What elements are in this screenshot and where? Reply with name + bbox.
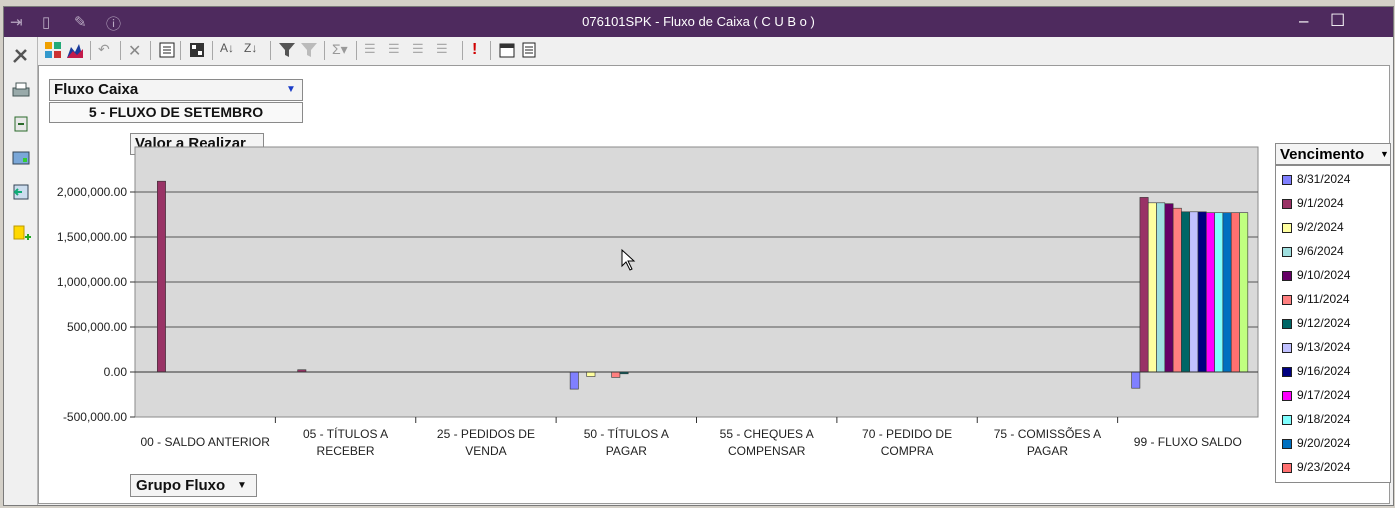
toolbar: ↶ ✕ A↓ Z↓ Σ▾ ☰ ☰ ☰ ☰ ! <box>38 37 1393 64</box>
legend-swatch <box>1282 367 1292 377</box>
legend-swatch <box>1282 439 1292 449</box>
legend-label: 9/1/2024 <box>1297 196 1344 210</box>
sheet-icon[interactable] <box>520 41 538 59</box>
legend-swatch <box>1282 199 1292 209</box>
screen-icon[interactable] <box>11 149 31 167</box>
filter-clear-icon[interactable] <box>300 41 318 59</box>
sort-descending-icon[interactable]: Z↓ <box>244 41 262 59</box>
sum-icon[interactable]: Σ▾ <box>332 41 350 59</box>
exit-icon[interactable] <box>11 183 31 201</box>
fluxo-caixa-dropdown[interactable]: Fluxo Caixa ▼ <box>49 79 303 101</box>
printer-icon[interactable] <box>11 81 31 99</box>
app-window: ⇥ ▯ ✎ ⓘ 076101SPK - Fluxo de Caixa ( C U… <box>3 6 1394 506</box>
legend: Vencimento ▼ 8/31/2024 9/1/2024 9/2/2024 9/… <box>1275 143 1391 483</box>
legend-swatch <box>1282 319 1292 329</box>
tools-icon[interactable] <box>11 47 31 65</box>
legend-swatch <box>1282 175 1292 185</box>
legend-label: 9/10/2024 <box>1297 268 1351 282</box>
legend-swatch <box>1282 271 1292 281</box>
legend-label: 9/23/2024 <box>1297 460 1351 474</box>
legend-label: 9/18/2024 <box>1297 412 1351 426</box>
grupo-fluxo-dropdown[interactable]: Grupo Fluxo ▼ <box>130 474 257 497</box>
expand-icon[interactable]: ☰ <box>364 41 382 59</box>
layout-icon[interactable] <box>44 41 62 59</box>
calendar-icon[interactable] <box>498 41 516 59</box>
close-icon[interactable]: ✕ <box>128 41 146 60</box>
legend-label: 9/2/2024 <box>1297 220 1344 234</box>
window-title: 076101SPK - Fluxo de Caixa ( C U B o ) <box>582 14 815 29</box>
collapse-icon[interactable]: ☰ <box>388 41 406 59</box>
legend-swatch <box>1282 463 1292 473</box>
legend-label: 9/12/2024 <box>1297 316 1351 330</box>
fluxo-caixa-label: Fluxo Caixa <box>54 81 139 98</box>
drill-down-icon[interactable]: ☰ <box>412 41 430 59</box>
legend-label: 9/11/2024 <box>1297 292 1350 306</box>
sort-ascending-icon[interactable]: A↓ <box>220 41 238 59</box>
chevron-down-icon: ▼ <box>1380 149 1389 159</box>
legend-label: 9/13/2024 <box>1297 340 1351 354</box>
alert-icon[interactable]: ! <box>472 41 490 59</box>
title-bar: ⇥ ▯ ✎ ⓘ 076101SPK - Fluxo de Caixa ( C U… <box>4 7 1393 37</box>
legend-swatch <box>1282 223 1292 233</box>
properties-icon[interactable] <box>158 41 176 59</box>
export-icon[interactable] <box>11 115 31 133</box>
legend-label: 9/20/2024 <box>1297 436 1351 450</box>
legend-list: 8/31/2024 9/1/2024 9/2/2024 9/6/2024 9/10/20… <box>1275 165 1391 483</box>
vencimento-dropdown[interactable]: Vencimento ▼ <box>1275 143 1391 165</box>
drill-up-icon[interactable]: ☰ <box>436 41 454 59</box>
chevron-down-icon: ▼ <box>237 480 247 491</box>
legend-swatch <box>1282 295 1292 305</box>
legend-swatch <box>1282 391 1292 401</box>
chevron-down-icon: ▼ <box>286 84 296 95</box>
legend-swatch <box>1282 415 1292 425</box>
area-chart-icon[interactable] <box>66 41 84 59</box>
legend-label: 9/16/2024 <box>1297 364 1351 378</box>
undo-icon[interactable]: ↶ <box>98 41 116 59</box>
vencimento-label: Vencimento <box>1280 146 1365 163</box>
fluxo-caixa-value: 5 - FLUXO DE SETEMBRO <box>49 102 303 123</box>
legend-swatch <box>1282 343 1292 353</box>
legend-label: 9/6/2024 <box>1297 244 1344 258</box>
legend-swatch <box>1282 247 1292 257</box>
filter-icon[interactable] <box>278 41 296 59</box>
new-note-icon[interactable] <box>11 225 31 243</box>
grid-icon[interactable] <box>188 41 206 59</box>
chart-panel: Fluxo Caixa ▼ 5 - FLUXO DE SETEMBRO Valo… <box>38 65 1390 504</box>
legend-label: 8/31/2024 <box>1297 172 1351 186</box>
legend-label: 9/17/2024 <box>1297 388 1351 402</box>
data-field-label[interactable]: Valor a Realizar <box>130 133 264 155</box>
maximize-button[interactable]: ☐ <box>1330 11 1345 31</box>
left-sidebar <box>4 37 38 505</box>
grupo-fluxo-label: Grupo Fluxo <box>136 477 226 494</box>
minimize-button[interactable]: – <box>1299 11 1308 31</box>
